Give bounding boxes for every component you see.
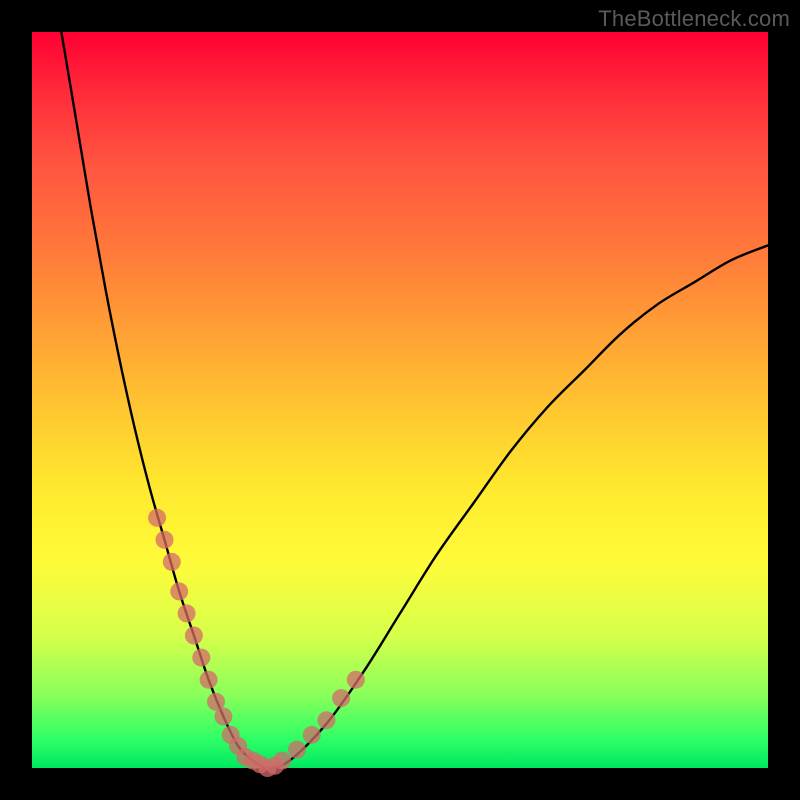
chart-stage: TheBottleneck.com [0,0,800,800]
marker-dot [214,708,232,726]
marker-dot [156,531,174,549]
marker-dot [303,726,321,744]
marker-dot [332,689,350,707]
marker-dot [288,741,306,759]
marker-dot [185,627,203,645]
watermark-text: TheBottleneck.com [598,6,790,32]
marker-dot [178,604,196,622]
highlight-markers [148,509,365,777]
marker-dot [192,649,210,667]
chart-svg [32,32,768,768]
marker-dot [317,711,335,729]
v-curve-line [61,32,768,768]
marker-dot [200,671,218,689]
marker-dot [148,509,166,527]
marker-dot [347,671,365,689]
marker-dot [163,553,181,571]
chart-plot-area [32,32,768,768]
marker-dot [170,582,188,600]
marker-dot [273,752,291,770]
